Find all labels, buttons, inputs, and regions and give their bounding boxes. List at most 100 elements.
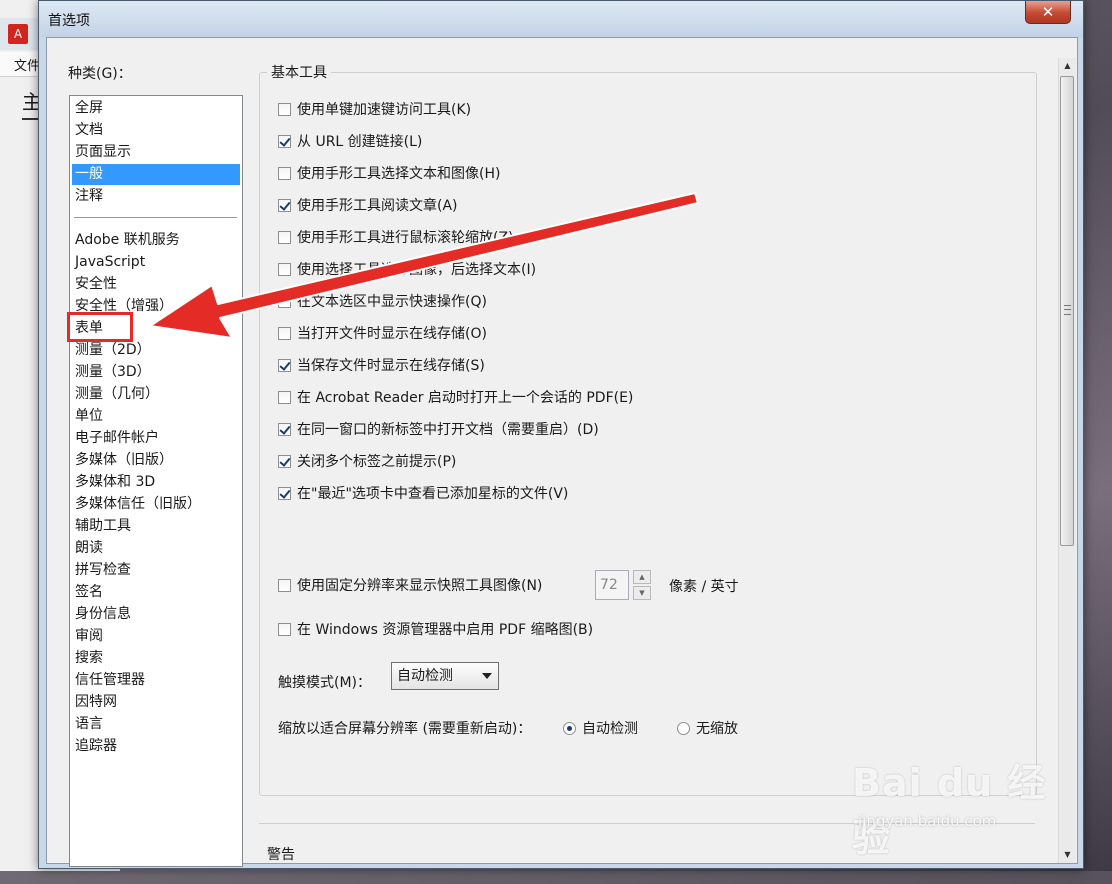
checkbox-checked[interactable] (278, 486, 291, 500)
resolution-input[interactable]: 72 (595, 570, 629, 600)
category-item[interactable]: 审阅 (72, 626, 240, 647)
option-hand-tool-wheel-zoom[interactable]: 使用手形工具进行鼠标滚轮缩放(Z) (278, 226, 514, 248)
category-item[interactable]: 签名 (72, 582, 240, 603)
category-item[interactable]: 电子邮件帐户 (72, 428, 240, 449)
checkbox[interactable] (278, 262, 291, 276)
category-item[interactable]: 测量（2D） (72, 340, 240, 361)
checkbox-checked[interactable] (278, 454, 291, 468)
radio[interactable] (677, 721, 690, 735)
resolution-stepper[interactable]: 72 ▲ ▼ (595, 570, 653, 600)
stepper-down-icon[interactable]: ▼ (633, 586, 651, 600)
radio-label: 自动检测 (582, 721, 638, 737)
option-starred-files-recent[interactable]: 在"最近"选项卡中查看已添加星标的文件(V) (278, 482, 568, 504)
scaling-label: 缩放以适合屏幕分辨率 (需要重新启动)： (278, 721, 532, 737)
category-item[interactable]: 多媒体（旧版） (72, 450, 240, 471)
option-quick-actions[interactable]: 在文本选区中显示快速操作(Q) (278, 290, 487, 312)
category-list[interactable]: 全屏 文档 页面显示 一般 注释 Adobe 联机服务 JavaScript 安… (69, 95, 243, 867)
forms-highlight-box (67, 312, 133, 342)
watermark-url: jingyan.baidu.com (858, 812, 997, 830)
category-item[interactable]: 测量（几何） (72, 384, 240, 405)
option-label: 使用固定分辨率来显示快照工具图像(N) (297, 578, 543, 594)
category-item[interactable]: 多媒体信任（旧版） (72, 494, 240, 515)
checkbox[interactable] (278, 294, 291, 308)
option-label: 在"最近"选项卡中查看已添加星标的文件(V) (297, 486, 569, 502)
close-button[interactable]: ✕ (1025, 1, 1071, 24)
scrollbar-thumb[interactable] (1060, 76, 1074, 546)
category-item[interactable]: 追踪器 (72, 736, 240, 757)
checkbox[interactable] (278, 622, 291, 636)
option-open-in-new-tab[interactable]: 在同一窗口的新标签中打开文档（需要重启）(D) (278, 418, 599, 440)
option-label: 在 Acrobat Reader 启动时打开上一个会话的 PDF(E) (297, 390, 634, 406)
option-label: 当打开文件时显示在线存储(O) (297, 326, 487, 342)
option-hand-tool-read-articles[interactable]: 使用手形工具阅读文章(A) (278, 194, 458, 216)
checkbox[interactable] (278, 102, 291, 116)
dialog-title: 首选项 (48, 13, 90, 29)
option-single-key-accelerators[interactable]: 使用单键加速键访问工具(K) (278, 98, 471, 120)
category-item[interactable]: 注释 (72, 186, 240, 207)
option-hand-tool-select[interactable]: 使用手形工具选择文本和图像(H) (278, 162, 500, 184)
option-label: 在文本选区中显示快速操作(Q) (297, 294, 487, 310)
settings-panel: 基本工具 使用单键加速键访问工具(K) 从 URL 创建链接(L) 使用手形工具… (259, 58, 1039, 863)
option-create-links-from-urls[interactable]: 从 URL 创建链接(L) (278, 130, 422, 152)
close-icon: ✕ (1041, 3, 1055, 21)
baidu-watermark: Bai du 经验 jingyan.baidu.com (852, 752, 1062, 860)
category-item[interactable]: Adobe 联机服务 (72, 230, 240, 251)
preferences-dialog: 首选项 ✕ 种类(G)： 全屏 文档 页面显示 一般 注释 Adobe 联机服务… (38, 0, 1084, 869)
radio-selected[interactable] (563, 721, 576, 735)
checkbox-checked[interactable] (278, 422, 291, 436)
category-item[interactable]: 信任管理器 (72, 670, 240, 691)
category-item[interactable]: 页面显示 (72, 142, 240, 163)
background-menu-file[interactable]: 文件 (14, 55, 40, 74)
category-item[interactable]: 搜索 (72, 648, 240, 669)
option-label: 使用选择工具选择图像，后选择文本(I) (297, 262, 537, 278)
category-item[interactable]: 语言 (72, 714, 240, 735)
option-prompt-before-closing-tabs[interactable]: 关闭多个标签之前提示(P) (278, 450, 456, 472)
checkbox[interactable] (278, 390, 291, 404)
category-item[interactable]: 身份信息 (72, 604, 240, 625)
dialog-client-area: 种类(G)： 全屏 文档 页面显示 一般 注释 Adobe 联机服务 JavaS… (46, 37, 1078, 867)
warnings-title: 警告 (267, 847, 295, 863)
scaling-radio-none[interactable]: 无缩放 (677, 718, 738, 738)
category-item[interactable]: 文档 (72, 120, 240, 141)
category-item[interactable]: 因特网 (72, 692, 240, 713)
option-label: 在 Windows 资源管理器中启用 PDF 缩略图(B) (297, 622, 594, 638)
acrobat-logo-icon: A (8, 24, 28, 44)
option-pdf-thumbnails[interactable]: 在 Windows 资源管理器中启用 PDF 缩略图(B) (278, 618, 593, 640)
vertical-scrollbar[interactable]: ▲ ▼ (1058, 58, 1076, 863)
dialog-titlebar: 首选项 ✕ (39, 1, 1083, 37)
scroll-up-icon[interactable]: ▲ (1059, 58, 1076, 74)
category-item[interactable]: 朗读 (72, 538, 240, 559)
watermark-logo-text: Bai du 经验 (852, 761, 1047, 860)
category-item[interactable]: JavaScript (72, 252, 240, 273)
checkbox-checked[interactable] (278, 198, 291, 212)
category-item[interactable]: 单位 (72, 406, 240, 427)
checkbox[interactable] (278, 166, 291, 180)
grip-icon (1064, 305, 1071, 315)
option-label: 在同一窗口的新标签中打开文档（需要重启）(D) (297, 422, 599, 438)
category-item[interactable]: 拼写检查 (72, 560, 240, 581)
option-label: 从 URL 创建链接(L) (297, 134, 423, 150)
option-snapshot-resolution[interactable]: 使用固定分辨率来显示快照工具图像(N) (278, 574, 542, 596)
checkbox[interactable] (278, 578, 291, 592)
category-item[interactable]: 测量（3D） (72, 362, 240, 383)
basic-tools-title: 基本工具 (267, 62, 331, 82)
resolution-unit: 像素 / 英寸 (669, 579, 739, 595)
category-item[interactable]: 辅助工具 (72, 516, 240, 537)
checkbox-checked[interactable] (278, 134, 291, 148)
option-label: 关闭多个标签之前提示(P) (297, 454, 457, 470)
category-item[interactable]: 全屏 (72, 98, 240, 119)
option-online-storage-open[interactable]: 当打开文件时显示在线存储(O) (278, 322, 487, 344)
option-online-storage-save[interactable]: 当保存文件时显示在线存储(S) (278, 354, 485, 376)
option-label: 使用手形工具阅读文章(A) (297, 198, 458, 214)
checkbox-checked[interactable] (278, 358, 291, 372)
checkbox[interactable] (278, 326, 291, 340)
scaling-radio-auto[interactable]: 自动检测 (563, 718, 638, 738)
category-item[interactable]: 多媒体和 3D (72, 472, 240, 493)
checkbox[interactable] (278, 230, 291, 244)
option-select-tool-images-first[interactable]: 使用选择工具选择图像，后选择文本(I) (278, 258, 536, 280)
category-item-selected[interactable]: 一般 (72, 164, 240, 185)
option-reopen-last-session[interactable]: 在 Acrobat Reader 启动时打开上一个会话的 PDF(E) (278, 386, 633, 408)
touch-mode-select[interactable]: 自动检测 (391, 662, 499, 690)
category-item[interactable]: 安全性 (72, 274, 240, 295)
stepper-up-icon[interactable]: ▲ (633, 570, 651, 584)
